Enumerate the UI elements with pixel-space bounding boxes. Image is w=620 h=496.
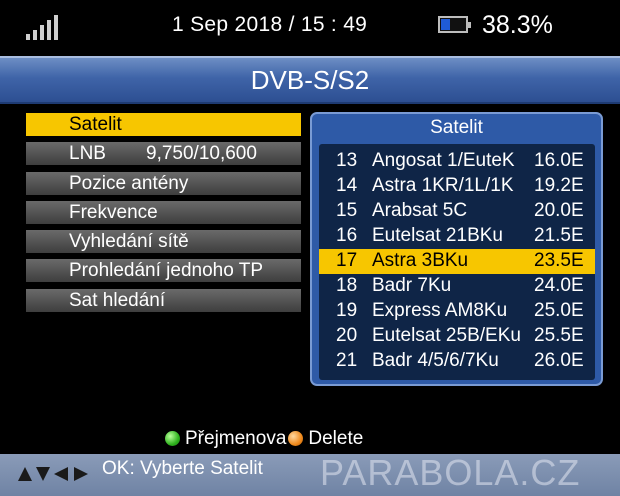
color-key-hints: Přejmenova Delete	[165, 428, 363, 450]
battery-icon	[438, 16, 471, 33]
satellite-name: Astra 1KR/1L/1K	[372, 175, 514, 196]
menu-item-label: Frekvence	[69, 201, 158, 223]
satellite-number: 15	[336, 200, 358, 221]
satellite-number: 16	[336, 225, 358, 246]
satellite-number: 17	[336, 250, 358, 271]
page-title: DVB-S/S2	[250, 65, 370, 95]
battery-percent: 38.3%	[482, 11, 553, 39]
satellite-row-selected[interactable]: 17 Astra 3BKu 23.5E	[319, 249, 595, 274]
satellite-position: 21.5E	[534, 225, 584, 246]
satellite-row[interactable]: 18 Badr 7Ku 24.0E	[319, 274, 595, 299]
satellite-position: 25.5E	[534, 325, 584, 346]
rename-hint[interactable]: Přejmenova	[185, 428, 286, 449]
menu-item-frekvence[interactable]: Frekvence	[26, 200, 301, 224]
satellite-position: 26.0E	[534, 350, 584, 371]
satellite-name: Angosat 1/EuteK	[372, 150, 515, 171]
satellite-position: 24.0E	[534, 275, 584, 296]
satellite-position: 16.0E	[534, 150, 584, 171]
satellite-panel: Satelit 13 Angosat 1/EuteK 16.0E 14 Astr…	[310, 112, 603, 386]
satellite-row[interactable]: 14 Astra 1KR/1L/1K 19.2E	[319, 174, 595, 199]
satellite-row[interactable]: 13 Angosat 1/EuteK 16.0E	[319, 149, 595, 174]
menu-item-label: Sat hledání	[69, 289, 166, 311]
satellite-name: Astra 3BKu	[372, 250, 469, 271]
menu-item-pozice-anteny[interactable]: Pozice antény	[26, 171, 301, 195]
menu-item-prohledani-tp[interactable]: Prohledání jednoho TP	[26, 259, 301, 283]
menu-item-label: Pozice antény	[69, 172, 189, 194]
satellite-name: Arabsat 5C	[372, 200, 468, 221]
satellite-name: Express AM8Ku	[372, 300, 508, 321]
menu-item-lnb[interactable]: LNB 9,750/10,600	[26, 142, 301, 166]
satellite-name: Eutelsat 21BKu	[372, 225, 503, 246]
menu-item-satelit[interactable]: Satelit	[26, 113, 301, 136]
green-button-icon[interactable]	[165, 431, 180, 446]
satellite-position: 19.2E	[534, 175, 584, 196]
satellite-position: 25.0E	[534, 300, 584, 321]
satellite-row[interactable]: 19 Express AM8Ku 25.0E	[319, 299, 595, 324]
panel-title: Satelit	[430, 117, 483, 138]
menu-item-label: Vyhledání sítě	[69, 231, 189, 253]
ok-hint: OK: Vyberte Satelit	[102, 458, 263, 479]
orange-button-icon[interactable]	[288, 431, 304, 446]
bottom-bar: OK: Vyberte Satelit PARABOLA.CZ	[0, 452, 620, 496]
title-bar: DVB-S/S2	[0, 56, 620, 104]
satellite-list[interactable]: 13 Angosat 1/EuteK 16.0E 14 Astra 1KR/1L…	[319, 144, 595, 380]
satellite-number: 21	[336, 350, 358, 371]
satellite-position: 23.5E	[534, 250, 584, 271]
satellite-row[interactable]: 15 Arabsat 5C 20.0E	[319, 199, 595, 224]
satellite-number: 13	[336, 150, 358, 171]
status-bar: 1 Sep 2018 / 15 : 49 38.3%	[0, 0, 620, 52]
menu-item-label: Satelit	[69, 114, 122, 135]
watermark: PARABOLA.CZ	[320, 452, 581, 493]
settings-menu: Satelit LNB 9,750/10,600 Pozice antény F…	[26, 113, 301, 318]
satellite-name: Eutelsat 25B/EKu	[372, 325, 521, 346]
menu-item-label: LNB	[69, 143, 106, 165]
delete-hint[interactable]: Delete	[308, 428, 363, 449]
satellite-number: 14	[336, 175, 358, 196]
satellite-row[interactable]: 16 Eutelsat 21BKu 21.5E	[319, 224, 595, 249]
menu-item-sat-hledani[interactable]: Sat hledání	[26, 288, 301, 312]
satellite-position: 20.0E	[534, 200, 584, 221]
battery-level	[441, 19, 451, 30]
satellite-number: 20	[336, 325, 358, 346]
satellite-name: Badr 7Ku	[372, 275, 452, 296]
menu-item-label: Prohledání jednoho TP	[69, 260, 264, 282]
datetime: 1 Sep 2018 / 15 : 49	[172, 13, 368, 36]
satellite-row[interactable]: 20 Eutelsat 25B/EKu 25.5E	[319, 324, 595, 349]
satellite-number: 18	[336, 275, 358, 296]
menu-item-vyhledani-site[interactable]: Vyhledání sítě	[26, 230, 301, 254]
satellite-number: 19	[336, 300, 358, 321]
lnb-value: 9,750/10,600	[146, 143, 257, 165]
direction-arrows-icon	[18, 467, 88, 481]
signal-bars-icon	[26, 14, 60, 40]
satellite-name: Badr 4/5/6/7Ku	[372, 350, 499, 371]
satellite-row[interactable]: 21 Badr 4/5/6/7Ku 26.0E	[319, 349, 595, 374]
